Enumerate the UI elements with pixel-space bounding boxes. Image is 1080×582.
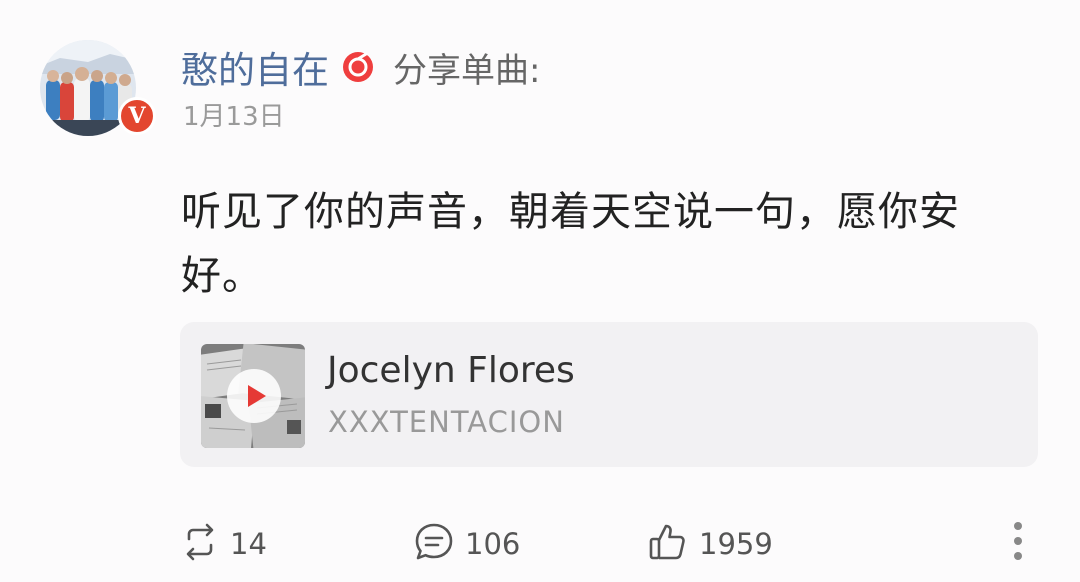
like-count: 1959: [699, 527, 773, 561]
music-card[interactable]: [180, 322, 1038, 467]
verified-badge-icon: V: [118, 97, 156, 135]
song-title[interactable]: Jocelyn Flores: [327, 350, 575, 391]
post-text: 听见了你的声音，朝着天空说一句，愿你安好。: [181, 189, 960, 299]
avatar[interactable]: V: [40, 40, 156, 136]
username-link[interactable]: 憨的自在: [181, 40, 329, 94]
play-icon: [248, 385, 266, 407]
comment-icon: [413, 521, 455, 567]
post-header: 憨的自在 分享单曲:: [181, 42, 540, 92]
more-vertical-icon: [1014, 522, 1022, 560]
music-badge-icon: [341, 50, 375, 84]
post-date: 1月13日: [183, 102, 285, 132]
comment-count: 106: [465, 527, 521, 561]
comment-button[interactable]: 106: [413, 521, 520, 567]
repost-icon: [180, 522, 220, 566]
repost-button[interactable]: 14: [180, 521, 267, 567]
like-button[interactable]: 1959: [647, 521, 773, 567]
share-action-text: 分享单曲:: [393, 50, 541, 91]
thumbs-up-icon: [647, 521, 689, 567]
album-cover: [201, 344, 305, 448]
post-card: V 憨的自在 分享单曲: 1月13日 听见了你的声音，朝着天空说一句，愿你安好。: [0, 0, 1080, 582]
more-options-button[interactable]: [1004, 518, 1032, 568]
repost-count: 14: [230, 527, 267, 561]
song-artist[interactable]: XXXTENTACION: [328, 405, 565, 439]
play-button[interactable]: [227, 369, 281, 423]
